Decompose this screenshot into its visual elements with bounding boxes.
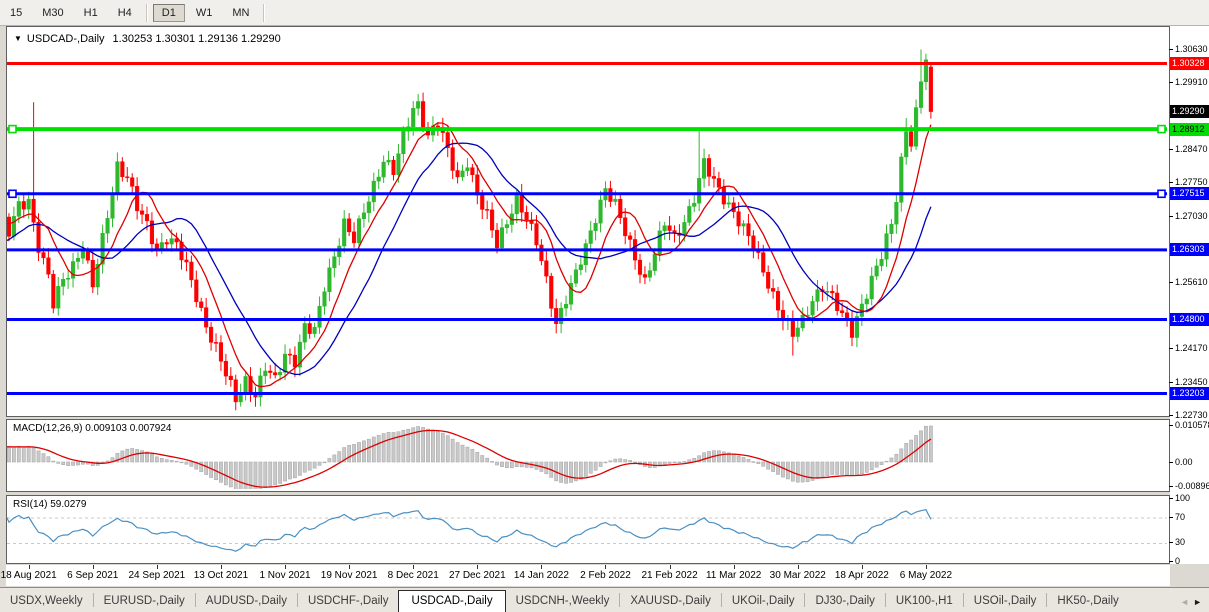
- price-tick: 1.29910: [1175, 77, 1208, 87]
- tab-uk100-h1[interactable]: UK100-,H1: [886, 591, 963, 612]
- date-label: 6 May 2022: [881, 570, 971, 581]
- rsi-axis-tick: 30: [1175, 537, 1185, 547]
- price-level-label: 1.29290: [1170, 105, 1209, 118]
- date-tick: [734, 565, 735, 569]
- rsi-axis-tick: 100: [1175, 493, 1190, 503]
- candlestick-chart[interactable]: [7, 27, 1167, 414]
- date-tick: [93, 565, 94, 569]
- tab-ukoil-daily[interactable]: UKOil-,Daily: [722, 591, 805, 612]
- price-level-label: 1.26303: [1170, 243, 1209, 256]
- macd-axis-tick: 0.010578: [1175, 420, 1209, 430]
- price-tick: 1.27750: [1175, 177, 1208, 187]
- date-tick: [926, 565, 927, 569]
- date-tick: [29, 565, 30, 569]
- tab-audusd-daily[interactable]: AUDUSD-,Daily: [196, 591, 297, 612]
- hline-handle[interactable]: [1158, 126, 1165, 133]
- price-tick: 1.30630: [1175, 44, 1208, 54]
- price-axis[interactable]: 1.30630 1.29910 1.28470 1.27750 1.27030 1.256…: [1170, 26, 1209, 564]
- tab-usdcnh-weekly[interactable]: USDCNH-,Weekly: [506, 591, 620, 612]
- date-tick: [349, 565, 350, 569]
- date-tick: [413, 565, 414, 569]
- date-tick: [670, 565, 671, 569]
- price-level-label: 1.23203: [1170, 387, 1209, 400]
- chart-title: ▼ USDCAD-,Daily 1.30253 1.30301 1.29136 1.…: [14, 33, 281, 45]
- price-tick: 1.23450: [1175, 377, 1208, 387]
- chart-symbol-label: USDCAD-,Daily: [27, 33, 105, 45]
- price-level-label: 1.30328: [1170, 57, 1209, 70]
- rsi-label: RSI(14) 59.0279: [13, 499, 86, 510]
- price-tick: 1.27030: [1175, 211, 1208, 221]
- date-tick: [221, 565, 222, 569]
- main-chart-panel[interactable]: ▼ USDCAD-,Daily 1.30253 1.30301 1.29136 1.…: [6, 26, 1170, 417]
- timeframe-button-H4[interactable]: H4: [109, 4, 141, 22]
- tab-dj30-daily[interactable]: DJ30-,Daily: [805, 591, 884, 612]
- macd-panel[interactable]: MACD(12,26,9) 0.009103 0.007924: [6, 419, 1170, 492]
- macd-histogram: [7, 426, 932, 489]
- chart-ohlc-values: 1.30253 1.30301 1.29136 1.29290: [113, 33, 281, 45]
- toolbar-separator: [263, 4, 265, 22]
- date-tick: [541, 565, 542, 569]
- tab-hk50-daily[interactable]: HK50-,Daily: [1047, 591, 1128, 612]
- date-tick: [862, 565, 863, 569]
- hline-handle[interactable]: [9, 190, 16, 197]
- timeframe-button-MN[interactable]: MN: [223, 4, 258, 22]
- rsi-axis-tick: 70: [1175, 512, 1185, 522]
- tab-usdcad-daily[interactable]: USDCAD-,Daily: [398, 590, 505, 612]
- timeframe-button-D1[interactable]: D1: [153, 4, 185, 22]
- price-tick: 1.28470: [1175, 144, 1208, 154]
- chart-tab-bar: USDX,WeeklyEURUSD-,DailyAUDUSD-,DailyUSD…: [0, 587, 1209, 612]
- ma-fast-line: [7, 123, 931, 387]
- date-tick: [285, 565, 286, 569]
- timeframe-toolbar: 15M30H1H4 D1W1MN: [0, 0, 1209, 26]
- date-tick: [605, 565, 606, 569]
- tab-eurusd-daily[interactable]: EURUSD-,Daily: [94, 591, 195, 612]
- tab-xauusd-daily[interactable]: XAUUSD-,Daily: [620, 591, 721, 612]
- date-tick: [798, 565, 799, 569]
- tab-usdx-weekly[interactable]: USDX,Weekly: [0, 591, 93, 612]
- ma-slow-line: [7, 143, 931, 374]
- tab-usdchf-daily[interactable]: USDCHF-,Daily: [298, 591, 399, 612]
- date-tick: [157, 565, 158, 569]
- timeframe-button-15[interactable]: 15: [1, 4, 31, 22]
- rsi-panel[interactable]: RSI(14) 59.0279: [6, 495, 1170, 564]
- price-tick: 1.22730: [1175, 410, 1208, 420]
- macd-chart[interactable]: [7, 420, 1167, 489]
- timeframe-button-H1[interactable]: H1: [75, 4, 107, 22]
- tab-scroll-arrows: ◄►: [1180, 597, 1206, 607]
- price-level-label: 1.28912: [1170, 123, 1209, 136]
- price-tick: 1.25610: [1175, 277, 1208, 287]
- price-level-label: 1.24800: [1170, 313, 1209, 326]
- rsi-axis-tick: 0: [1175, 556, 1180, 566]
- timeframe-button-M30[interactable]: M30: [33, 4, 72, 22]
- tab-usoil-daily[interactable]: USOil-,Daily: [964, 591, 1047, 612]
- rsi-line: [7, 509, 931, 551]
- price-level-label: 1.27515: [1170, 187, 1209, 200]
- toolbar-separator: [146, 4, 148, 22]
- macd-label: MACD(12,26,9) 0.009103 0.007924: [13, 423, 171, 434]
- time-axis[interactable]: 18 Aug 20216 Sep 202124 Sep 202113 Oct 2…: [6, 565, 1170, 586]
- hline-handle[interactable]: [9, 126, 16, 133]
- chart-collapse-icon[interactable]: ▼: [14, 34, 22, 43]
- tab-scroll-right-icon[interactable]: ►: [1193, 597, 1206, 607]
- tab-scroll-left-icon[interactable]: ◄: [1180, 597, 1193, 607]
- hline-handle[interactable]: [1158, 190, 1165, 197]
- date-tick: [477, 565, 478, 569]
- candles: [7, 50, 933, 411]
- macd-axis-tick: -0.00896: [1175, 481, 1209, 491]
- macd-axis-tick: 0.00: [1175, 457, 1193, 467]
- price-tick: 1.24170: [1175, 343, 1208, 353]
- rsi-chart[interactable]: [7, 496, 1167, 561]
- timeframe-button-W1[interactable]: W1: [187, 4, 222, 22]
